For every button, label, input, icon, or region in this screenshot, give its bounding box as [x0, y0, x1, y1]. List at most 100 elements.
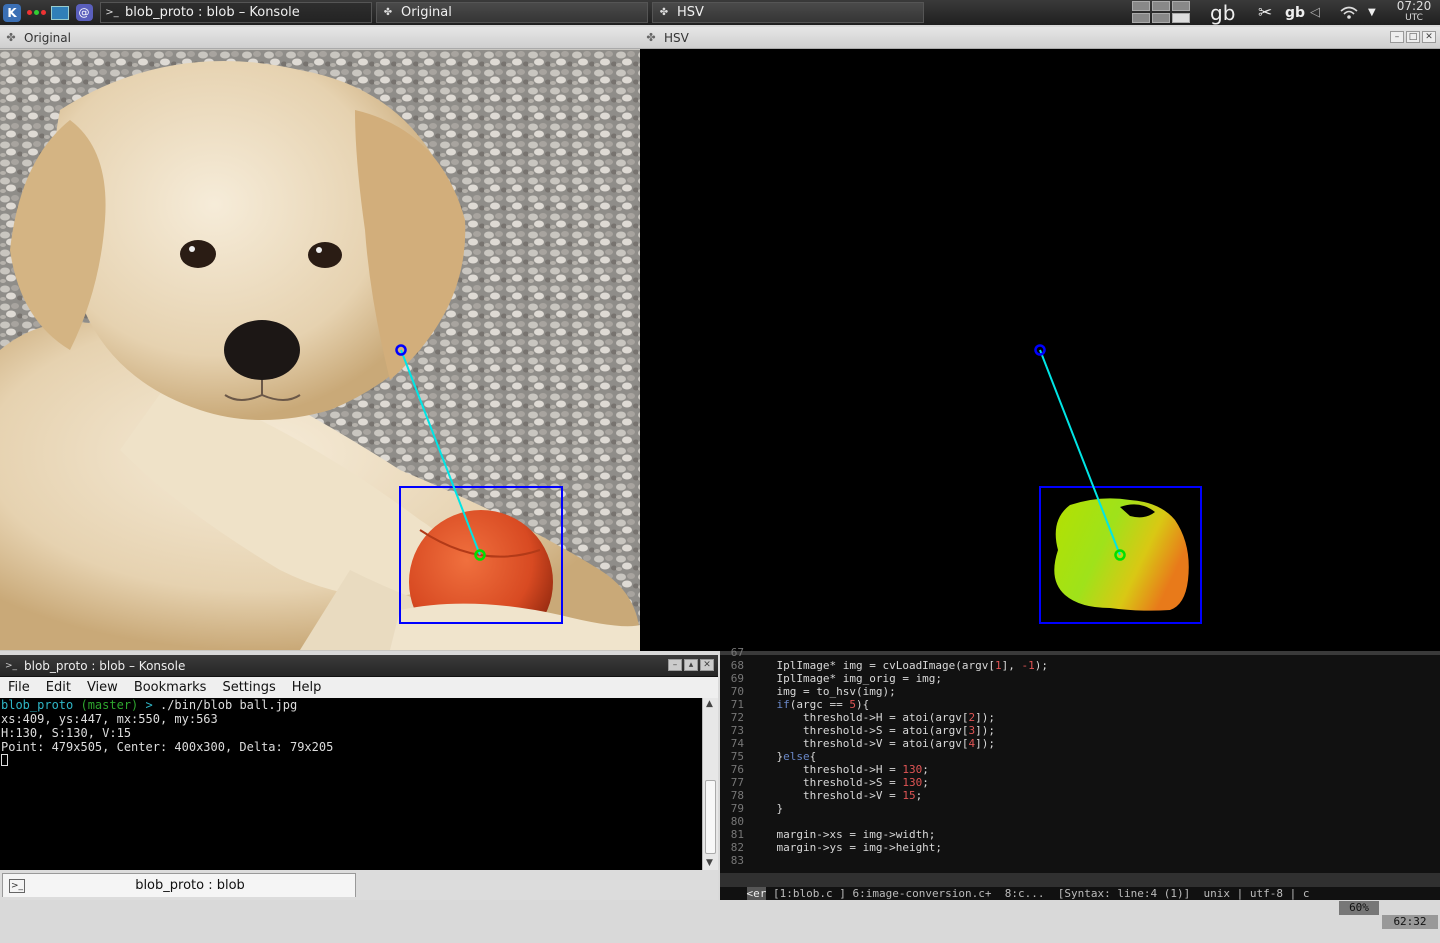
close-button[interactable]: ✕: [700, 659, 714, 671]
scissors-icon[interactable]: ✂: [1258, 0, 1272, 25]
prompt-line: blob_proto (master) > ./bin/blob ball.jp…: [1, 698, 702, 712]
keyboard-layout-small[interactable]: gb: [1285, 0, 1305, 25]
code-line: 69 IplImage* img_orig = img;: [720, 672, 942, 685]
maximize-button[interactable]: □: [1406, 31, 1420, 43]
line-number: 77: [730, 776, 744, 789]
keyboard-layout-indicator[interactable]: gb: [1210, 0, 1235, 25]
menu-bookmarks[interactable]: Bookmarks: [126, 680, 215, 695]
line-text: threshold->S = atoi(argv[3]);: [750, 724, 996, 737]
desktop-2[interactable]: [1152, 1, 1170, 11]
code-line: 80: [720, 815, 750, 828]
output-line: H:130, S:130, V:15: [1, 726, 132, 740]
activities-button[interactable]: [24, 1, 48, 25]
minimize-button[interactable]: –: [668, 659, 682, 671]
desktop-6[interactable]: [1172, 13, 1190, 23]
code-line: 74 threshold->V = atoi(argv[4]);: [720, 737, 995, 750]
line-text: threshold->V = atoi(argv[4]);: [750, 737, 996, 750]
scroll-up-icon[interactable]: ▲: [706, 699, 713, 709]
line-number: 68: [730, 659, 744, 672]
scrollbar-thumb[interactable]: [705, 780, 716, 854]
code-line: 81 margin->xs = img->width;: [720, 828, 936, 841]
clock[interactable]: 07:20 UTC: [1392, 0, 1436, 24]
terminal-icon: >_: [105, 7, 119, 18]
line-number: 72: [730, 711, 744, 724]
menu-edit[interactable]: Edit: [38, 680, 79, 695]
volume-icon[interactable]: ◁: [1310, 0, 1320, 25]
hsv-window: ✤ HSV – □ ✕: [640, 27, 1440, 651]
taskbar-item-konsole[interactable]: >_ blob_proto : blob – Konsole: [100, 2, 372, 23]
line-number: 79: [730, 802, 744, 815]
code-line: 68 IplImage* img = cvLoadImage(argv[1], …: [720, 659, 1048, 672]
hsv-blob: [1054, 498, 1189, 611]
taskbar-item-original[interactable]: ✤ Original: [376, 2, 648, 23]
desktop-4[interactable]: [1132, 13, 1150, 23]
hsv-image: [640, 50, 1440, 651]
line-text: margin->ys = img->height;: [750, 841, 943, 854]
vim-syntax-info: [Syntax: line:4 (1)] unix | utf-8 | c: [1057, 887, 1317, 900]
vim-percent: 60%: [1339, 901, 1379, 915]
code-line: 79 }: [720, 802, 783, 815]
line-text: IplImage* img_orig = img;: [750, 672, 943, 685]
line-number: 71: [730, 698, 744, 711]
hsv-titlebar[interactable]: ✤ HSV – □ ✕: [640, 27, 1440, 49]
line-number: 73: [730, 724, 744, 737]
line-text: threshold->H = atoi(argv[2]);: [750, 711, 996, 724]
original-window: ✤ Original: [0, 27, 640, 651]
menu-help[interactable]: Help: [284, 680, 330, 695]
desktop-3[interactable]: [1172, 1, 1190, 11]
window-title: blob_proto : blob – Konsole: [24, 658, 186, 673]
konsole-menubar: File Edit View Bookmarks Settings Help: [0, 677, 718, 697]
kde-logo-icon: K: [3, 3, 21, 22]
menu-settings[interactable]: Settings: [214, 680, 283, 695]
clock-timezone: UTC: [1405, 13, 1423, 23]
show-desktop-button[interactable]: [48, 1, 72, 25]
wifi-icon[interactable]: [1340, 0, 1358, 25]
menu-view[interactable]: View: [79, 680, 126, 695]
opencv-window-icon: ✤: [659, 7, 669, 18]
output-line: xs:409, ys:447, mx:550, my:563: [1, 712, 218, 726]
terminal-scrollbar[interactable]: ▲ ▼: [702, 698, 718, 870]
scroll-down-icon[interactable]: ▼: [706, 858, 713, 868]
cursor: [1, 754, 702, 769]
code-line: 75 }else{: [720, 750, 817, 763]
chevron-down-icon[interactable]: ▼: [1368, 0, 1376, 25]
konsole-titlebar[interactable]: >_ blob_proto : blob – Konsole – ▴ ✕: [0, 655, 718, 677]
taskbar-item-label: Original: [401, 5, 452, 20]
app-launcher-button[interactable]: @: [72, 1, 96, 25]
desktop-5[interactable]: [1152, 13, 1170, 23]
konsole-tab[interactable]: >_ blob_proto : blob: [2, 873, 356, 897]
code-line: 78 threshold->V = 15;: [720, 789, 922, 802]
desktop-1[interactable]: [1132, 1, 1150, 11]
vim-mode: <er: [746, 887, 767, 900]
original-titlebar[interactable]: ✤ Original: [0, 27, 640, 49]
line-text: IplImage* img = cvLoadImage(argv[1], -1)…: [750, 659, 1049, 672]
vim-cursor-position: 62:32: [1382, 915, 1438, 929]
line-number: 75: [730, 750, 744, 763]
code-line: 76 threshold->H = 130;: [720, 763, 929, 776]
line-number: 67: [730, 646, 744, 659]
line-text: threshold->H = 130;: [750, 763, 929, 776]
prompt-dir: blob_proto: [1, 698, 74, 712]
window-buttons: – ▴ ✕: [668, 659, 714, 671]
line-number: 76: [730, 763, 744, 776]
taskbar-item-hsv[interactable]: ✤ HSV: [652, 2, 924, 23]
code-line: 73 threshold->S = atoi(argv[3]);: [720, 724, 995, 737]
desktop-icon: [51, 5, 69, 20]
terminal-output[interactable]: blob_proto (master) > ./bin/blob ball.jp…: [0, 698, 702, 870]
close-button[interactable]: ✕: [1422, 31, 1436, 43]
line-text: img = to_hsv(img);: [750, 685, 896, 698]
code-line: 77 threshold->S = 130;: [720, 776, 929, 789]
minimize-button[interactable]: –: [1390, 31, 1404, 43]
code-line: 67: [720, 646, 750, 659]
line-text: threshold->S = 130;: [750, 776, 929, 789]
opencv-window-icon: ✤: [646, 31, 656, 44]
maximize-button[interactable]: ▴: [684, 659, 698, 671]
menu-file[interactable]: File: [0, 680, 38, 695]
line-number: 83: [730, 854, 744, 867]
kde-menu-button[interactable]: K: [0, 1, 24, 25]
vim-editor[interactable]: 67 68 IplImage* img = cvLoadImage(argv[1]…: [720, 646, 1440, 929]
virtual-desktop-pager[interactable]: [1132, 1, 1190, 23]
code-line: 71 if(argc == 5){: [720, 698, 869, 711]
app-icon: @: [75, 4, 93, 21]
code-line: 70 img = to_hsv(img);: [720, 685, 896, 698]
